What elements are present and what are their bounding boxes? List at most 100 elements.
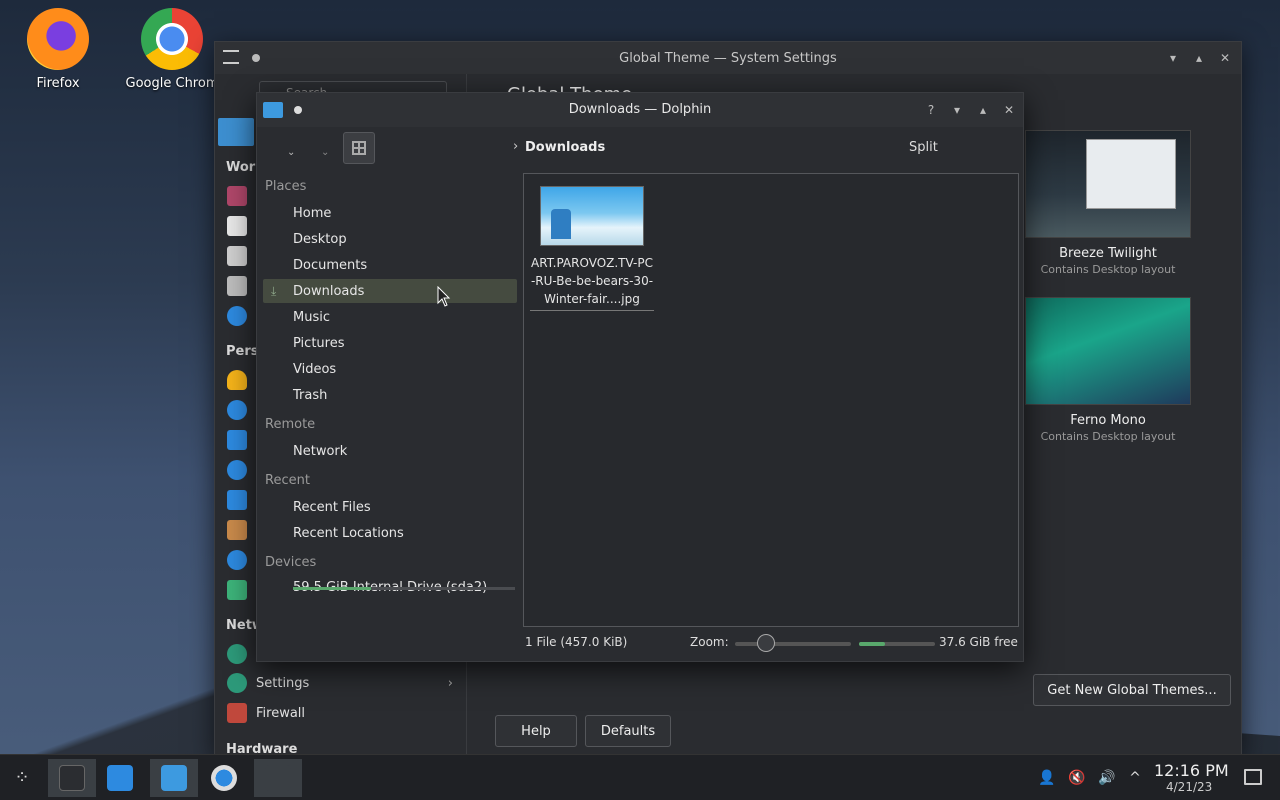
keyboard-icon[interactable] [227, 246, 247, 266]
trash-icon [271, 388, 285, 402]
settings-app-icon [59, 765, 85, 791]
desktop-icon-firefox[interactable]: Firefox [8, 8, 108, 91]
shortcut-icon[interactable] [227, 520, 247, 540]
status-text: 1 File (457.0 KiB) [525, 635, 628, 649]
theme-card-ferno-mono[interactable]: Ferno Mono Contains Desktop layout [1025, 297, 1191, 443]
free-space-text: 37.6 GiB free [939, 635, 1018, 649]
chrome-icon [141, 8, 203, 70]
task-system-settings[interactable] [48, 759, 96, 797]
place-label: Music [293, 309, 330, 325]
free-space-bar [859, 642, 935, 646]
audio-muted-icon[interactable]: 🔇 [1068, 769, 1086, 787]
input-device-icon[interactable] [227, 276, 247, 296]
place-trash[interactable]: Trash [263, 383, 517, 407]
user-icon[interactable]: 👤 [1038, 769, 1056, 787]
icons-view-button[interactable] [343, 132, 375, 164]
users-icon[interactable] [227, 400, 247, 420]
window-icon[interactable] [227, 216, 247, 236]
places-header: Places [265, 179, 307, 194]
sidebar-item-firewall[interactable]: Firewall [215, 698, 467, 728]
task-discover[interactable] [100, 759, 140, 797]
close-icon[interactable]: ✕ [1217, 50, 1233, 66]
defaults-button[interactable]: Defaults [585, 715, 671, 747]
file-view[interactable]: ART.PAROVOZ.TV-PC-RU-Be-be-bears-30-Wint… [523, 173, 1019, 627]
store-bag-icon [107, 765, 133, 791]
forward-dropdown-icon[interactable]: ⌄ [321, 147, 329, 158]
minimize-icon[interactable]: ▾ [949, 102, 965, 118]
documents-icon [271, 258, 285, 272]
place-videos[interactable]: Videos [263, 357, 517, 381]
chat-icon[interactable] [227, 580, 247, 600]
theme-preview [1025, 297, 1191, 405]
place-label: Videos [293, 361, 337, 377]
desktop-icon-label: Firefox [36, 76, 80, 91]
accessibility-icon[interactable] [227, 460, 247, 480]
maximize-icon[interactable]: ▴ [975, 102, 991, 118]
file-item[interactable]: ART.PAROVOZ.TV-PC-RU-Be-be-bears-30-Wint… [530, 182, 654, 311]
globe-icon[interactable] [227, 644, 247, 664]
firewall-icon [227, 703, 247, 723]
folder-icon [161, 765, 187, 791]
dolphin-toolbar: ⌄ ⌄ › Downloads Split [257, 127, 1025, 169]
task-pager[interactable] [254, 759, 302, 797]
status-bar: 1 File (457.0 KiB) Zoom: 37.6 GiB free [257, 625, 1025, 661]
maximize-icon[interactable]: ▴ [1191, 50, 1207, 66]
place-network[interactable]: Network [263, 439, 517, 463]
theme-subtitle: Contains Desktop layout [1040, 430, 1176, 443]
desktop-icon-chrome[interactable]: Google Chrom [122, 8, 222, 91]
notification-bell-icon[interactable] [227, 370, 247, 390]
place-desktop[interactable]: Desktop [263, 227, 517, 251]
help-icon[interactable]: ? [923, 102, 939, 118]
region-icon[interactable] [227, 550, 247, 570]
clock-time[interactable]: 12:16 PM [1154, 761, 1229, 780]
place-recent-files[interactable]: Recent Files [263, 495, 517, 519]
app-launcher-button[interactable]: ⁘ [2, 759, 42, 797]
back-dropdown-icon[interactable]: ⌄ [287, 147, 295, 158]
taskbar: ⁘ 👤 🔇 🔊 ^ 12:16 PM 4/21/23 [0, 754, 1280, 800]
dolphin-titlebar[interactable]: Downloads — Dolphin ? ▾ ▴ ✕ [257, 93, 1023, 127]
clock-date[interactable]: 4/21/23 [1166, 780, 1212, 794]
sidebar-item-settings[interactable]: Settings › [215, 668, 467, 698]
zoom-label: Zoom: [690, 635, 729, 649]
place-downloads[interactable]: ⤓ Downloads [263, 279, 517, 303]
help-button[interactable]: Help [495, 715, 577, 747]
get-new-themes-button[interactable]: Get New Global Themes... [1033, 674, 1231, 706]
task-dolphin[interactable] [150, 759, 198, 797]
window-title: Downloads — Dolphin [568, 102, 712, 117]
minimize-icon[interactable]: ▾ [1165, 50, 1181, 66]
theme-card-breeze-twilight[interactable]: Breeze Twilight Contains Desktop layout [1025, 130, 1191, 276]
workspace-icon[interactable] [227, 186, 247, 206]
chevron-right-icon: › [513, 139, 519, 154]
chevron-right-icon: › [447, 675, 453, 691]
close-icon[interactable]: ✕ [1001, 102, 1017, 118]
drive-usage-bar [293, 587, 515, 590]
messages-icon[interactable] [227, 430, 247, 450]
zoom-slider-handle[interactable] [757, 634, 775, 652]
grid-icon [352, 141, 366, 155]
place-music[interactable]: Music [263, 305, 517, 329]
theme-subtitle: Contains Desktop layout [1040, 263, 1176, 276]
place-label: Home [293, 205, 332, 221]
zoom-slider-track[interactable] [735, 642, 851, 646]
breadcrumb[interactable]: Downloads [525, 140, 605, 155]
network-globe-icon [227, 673, 247, 693]
volume-icon[interactable]: 🔊 [1098, 769, 1116, 787]
firefox-icon [27, 8, 89, 70]
place-label: Trash [293, 387, 328, 403]
place-documents[interactable]: Documents [263, 253, 517, 277]
search-icon[interactable] [227, 306, 247, 326]
system-settings-titlebar[interactable]: Global Theme — System Settings ▾ ▴ ✕ [215, 42, 1241, 74]
recent-header: Recent [265, 473, 310, 488]
place-label: Documents [293, 257, 368, 273]
place-home[interactable]: Home [263, 201, 517, 225]
place-recent-locations[interactable]: Recent Locations [263, 521, 517, 545]
chevron-up-icon[interactable]: ^ [1126, 769, 1144, 787]
apps-grid-icon[interactable] [227, 490, 247, 510]
pager-icon [265, 765, 291, 791]
place-pictures[interactable]: Pictures [263, 331, 517, 355]
file-name: ART.PAROVOZ.TV-PC-RU-Be-be-bears-30-Wint… [530, 254, 654, 311]
global-theme-icon[interactable] [218, 118, 254, 146]
split-button[interactable]: Split [909, 140, 938, 155]
task-browser[interactable] [204, 759, 244, 797]
show-desktop-icon[interactable] [1244, 769, 1262, 785]
